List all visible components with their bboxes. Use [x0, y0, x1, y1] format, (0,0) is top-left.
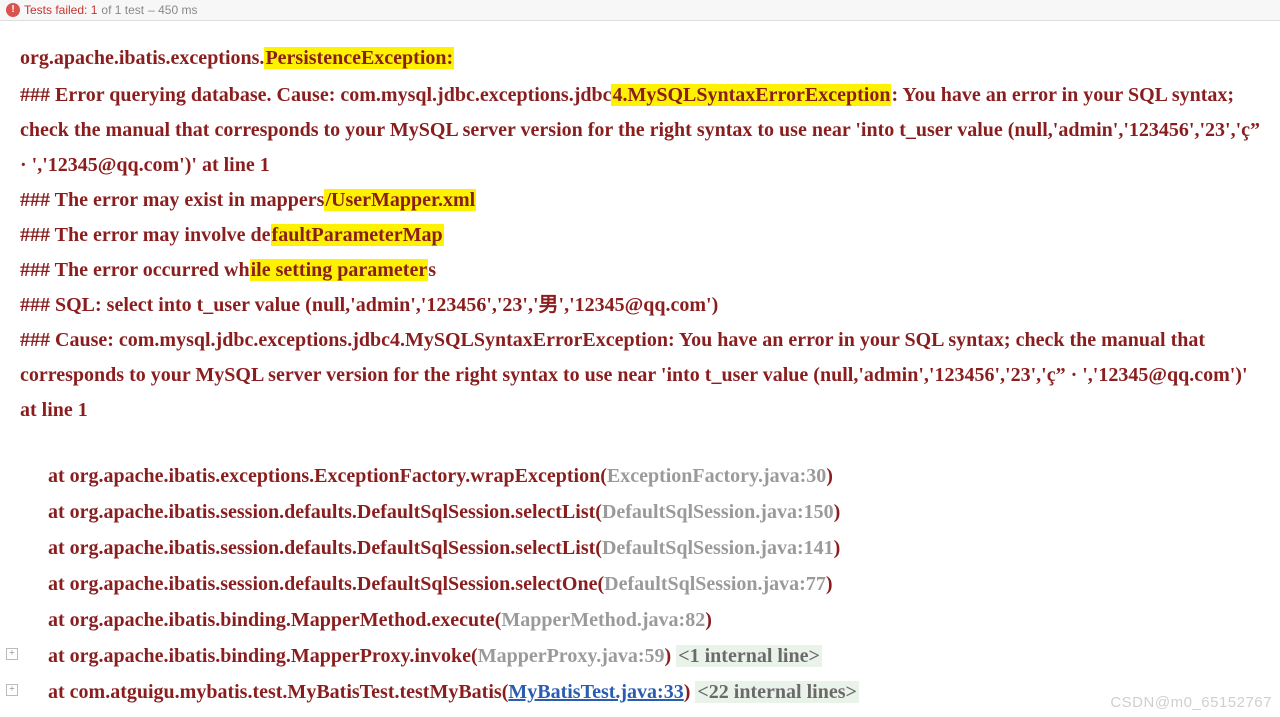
stack-frame[interactable]: +at com.atguigu.mybatis.test.MyBatisTest… — [20, 674, 1260, 710]
error-mapper[interactable]: ### The error may exist in mappers/UserM… — [20, 183, 1260, 218]
status-bar: ! Tests failed: 1 of 1 test – 450 ms — [0, 0, 1280, 21]
exception-block: org.apache.ibatis.exceptions.Persistence… — [20, 41, 1260, 428]
error-cause[interactable]: ### Cause: com.mysql.jdbc.exceptions.jdb… — [20, 323, 1260, 428]
expand-icon[interactable]: + — [6, 648, 18, 660]
error-involve[interactable]: ### The error may involve defaultParamet… — [20, 218, 1260, 253]
error-querying[interactable]: ### Error querying database. Cause: com.… — [20, 78, 1260, 183]
source-link[interactable]: DefaultSqlSession.java:77 — [604, 573, 826, 595]
stack-frame[interactable]: at org.apache.ibatis.exceptions.Exceptio… — [20, 458, 1260, 494]
exception-header[interactable]: org.apache.ibatis.exceptions.Persistence… — [20, 41, 1260, 76]
highlight-usermapper: /UserMapper.xml — [324, 189, 476, 211]
internal-lines[interactable]: <22 internal lines> — [695, 681, 858, 703]
stack-trace: at org.apache.ibatis.exceptions.Exceptio… — [20, 458, 1260, 710]
source-link[interactable]: DefaultSqlSession.java:141 — [602, 537, 834, 559]
highlight-persistence: PersistenceException: — [264, 47, 454, 69]
internal-lines[interactable]: <1 internal line> — [676, 645, 822, 667]
highlight-parametermap: faultParameterMap — [271, 224, 444, 246]
error-occurred[interactable]: ### The error occurred while setting par… — [20, 253, 1260, 288]
source-link[interactable]: MyBatisTest.java:33 — [508, 681, 683, 703]
error-sql[interactable]: ### SQL: select into t_user value (null,… — [20, 288, 1260, 323]
source-link[interactable]: DefaultSqlSession.java:150 — [602, 501, 834, 523]
stack-frame[interactable]: +at org.apache.ibatis.binding.MapperProx… — [20, 638, 1260, 674]
error-content: org.apache.ibatis.exceptions.Persistence… — [0, 21, 1280, 710]
stack-frame[interactable]: at org.apache.ibatis.binding.MapperMetho… — [20, 602, 1260, 638]
expand-icon[interactable]: + — [6, 684, 18, 696]
source-link[interactable]: ExceptionFactory.java:30 — [607, 465, 826, 487]
stack-frame[interactable]: at org.apache.ibatis.session.defaults.De… — [20, 494, 1260, 530]
tests-total: of 1 test — [101, 3, 144, 17]
source-link[interactable]: MapperMethod.java:82 — [501, 609, 705, 631]
error-icon: ! — [6, 3, 20, 17]
tests-duration: – 450 ms — [148, 3, 197, 17]
highlight-setting-params: ile setting parameter — [250, 259, 429, 281]
source-link[interactable]: MapperProxy.java:59 — [478, 645, 665, 667]
tests-failed-label: Tests failed: 1 — [24, 3, 97, 17]
highlight-mysql-syntax: 4.MySQLSyntaxErrorException — [611, 84, 891, 106]
stack-frame[interactable]: at org.apache.ibatis.session.defaults.De… — [20, 530, 1260, 566]
watermark: CSDN@m0_65152767 — [1110, 694, 1272, 711]
stack-frame[interactable]: at org.apache.ibatis.session.defaults.De… — [20, 566, 1260, 602]
